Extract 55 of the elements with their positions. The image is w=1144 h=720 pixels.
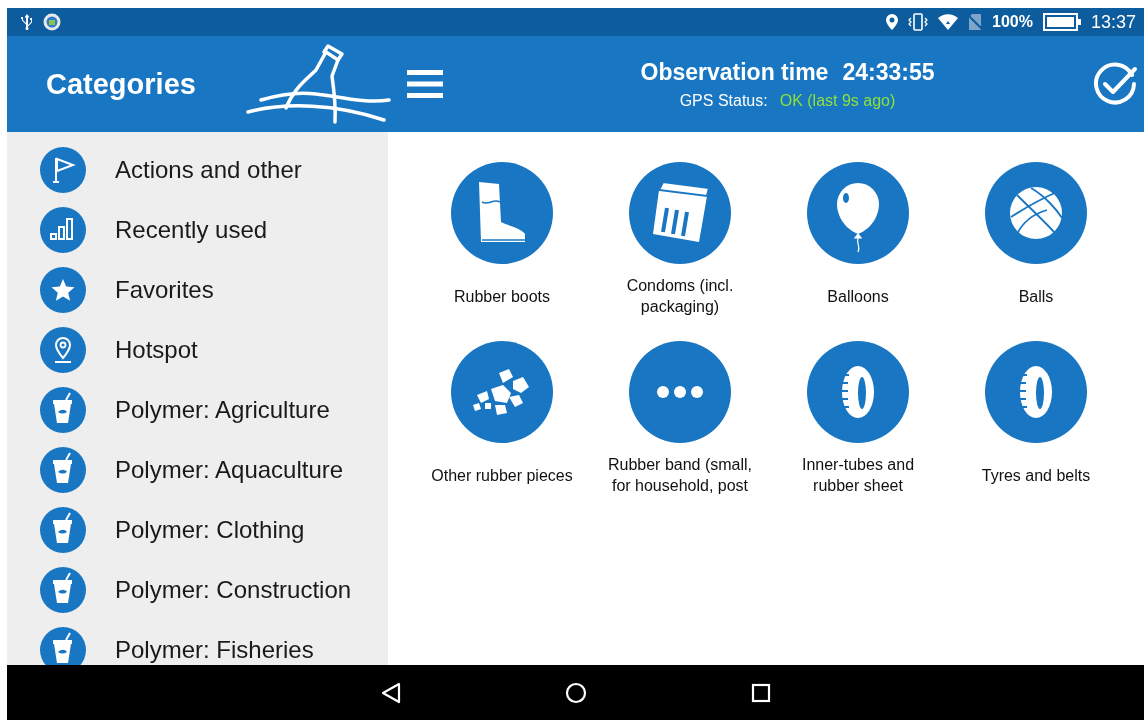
basketball-icon [985, 162, 1087, 264]
clock-time: 13:37 [1090, 11, 1136, 33]
no-sim-icon [968, 14, 983, 30]
observation-label: Observation time [640, 58, 829, 86]
category-tile[interactable]: Rubber boots [413, 162, 591, 341]
app-notification-icon [43, 13, 61, 31]
drink-cup-icon [40, 447, 86, 493]
observation-time: 24:33:55 [842, 58, 935, 86]
home-button[interactable] [564, 681, 587, 704]
category-tile[interactable]: Condoms (incl. packaging) [591, 162, 769, 341]
rubber-pieces-icon [451, 341, 553, 443]
battery-percentage: 100% [992, 13, 1033, 31]
bar-chart-icon [40, 207, 86, 253]
back-button[interactable] [380, 681, 401, 704]
tyre-icon [807, 341, 909, 443]
home-icon [564, 681, 587, 704]
drink-cup-icon [40, 507, 86, 553]
category-list-item[interactable]: Recently used [7, 200, 388, 260]
recent-apps-icon [750, 682, 771, 703]
vibrate-icon [908, 13, 929, 31]
category-list-item[interactable]: Actions and other [7, 140, 388, 200]
category-list-item[interactable]: Polymer: Agriculture [7, 380, 388, 440]
battery-icon [1042, 13, 1081, 31]
category-list-item[interactable]: Favorites [7, 260, 388, 320]
recent-apps-button[interactable] [750, 682, 771, 703]
category-tile[interactable]: Rubber band (small, for household, post [591, 341, 769, 520]
wifi-icon [938, 14, 959, 30]
gps-status-value: OK (last 9s ago) [779, 91, 896, 110]
category-list-item[interactable]: Polymer: Aquaculture [7, 440, 388, 500]
category-list-item[interactable]: Polymer: Construction [7, 560, 388, 620]
confirm-button[interactable] [1092, 61, 1138, 107]
screen-title: Categories [46, 67, 197, 101]
more-dots-icon [629, 341, 731, 443]
location-icon [886, 14, 899, 30]
drink-cup-icon [40, 567, 86, 613]
category-tile[interactable]: Tyres and belts [947, 341, 1125, 520]
flag-icon [40, 147, 86, 193]
usb-icon [21, 14, 33, 30]
category-tile[interactable]: Other rubber pieces [413, 341, 591, 520]
category-list-item[interactable]: Hotspot [7, 320, 388, 380]
tyre-icon [985, 341, 1087, 443]
package-box-icon [629, 162, 731, 264]
menu-button[interactable] [407, 69, 443, 99]
rubber-boot-icon [451, 162, 553, 264]
menu-icon [407, 69, 443, 99]
drink-cup-icon [40, 387, 86, 433]
back-icon [380, 681, 401, 704]
balloon-icon [807, 162, 909, 264]
location-pin-icon [40, 327, 86, 373]
check-circle-icon [1092, 61, 1138, 107]
category-tile[interactable]: Balls [947, 162, 1125, 341]
category-list-item[interactable]: Polymer: Clothing [7, 500, 388, 560]
category-tile[interactable]: Balloons [769, 162, 947, 341]
category-tile[interactable]: Inner-tubes and rubber sheet [769, 341, 947, 520]
gps-status-label: GPS Status: [679, 91, 768, 110]
